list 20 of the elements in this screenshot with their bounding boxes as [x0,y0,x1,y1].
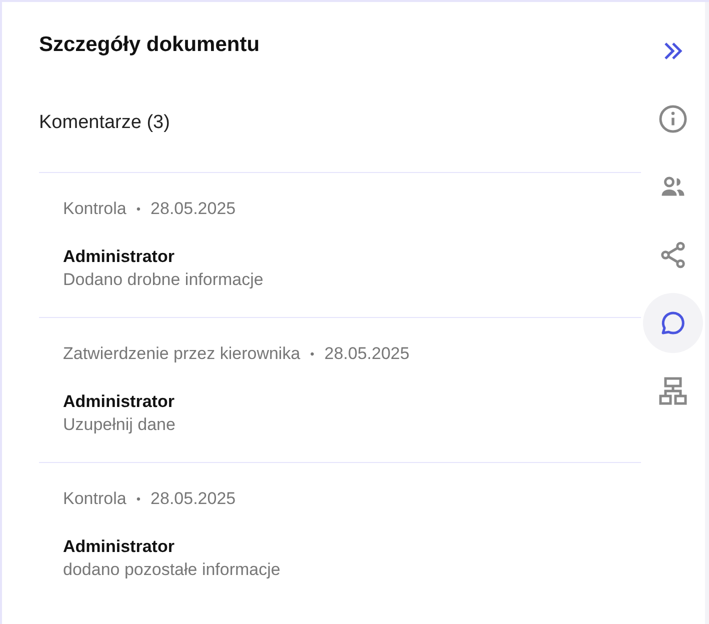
workflow-step: Zatwierdzenie przez kierownika [63,343,300,365]
comment-text: Uzupełnij dane [63,414,176,436]
workflow-step: Kontrola [63,488,126,510]
comment-date: 28.05.2025 [150,488,236,510]
comment-text: Dodano drobne informacje [63,269,264,291]
comment-author: Administrator [63,536,176,558]
comment-date: 28.05.2025 [150,198,236,220]
separator-dot: • [310,346,314,363]
hierarchy-icon [658,376,688,406]
panel-title: Szczegóły dokumentu [39,32,261,58]
comment-author: Administrator [63,391,176,413]
info-icon [658,104,688,134]
separator-dot: • [136,201,141,218]
separator-dot: • [136,491,141,508]
share-icon [658,240,688,270]
comment-author: Administrator [63,246,176,268]
comment-date: 28.05.2025 [324,343,410,365]
workflow-step: Kontrola [63,198,126,220]
section-title: Komentarze (3) [39,111,171,135]
comment-text: dodano pozostałe informacje [63,559,282,581]
